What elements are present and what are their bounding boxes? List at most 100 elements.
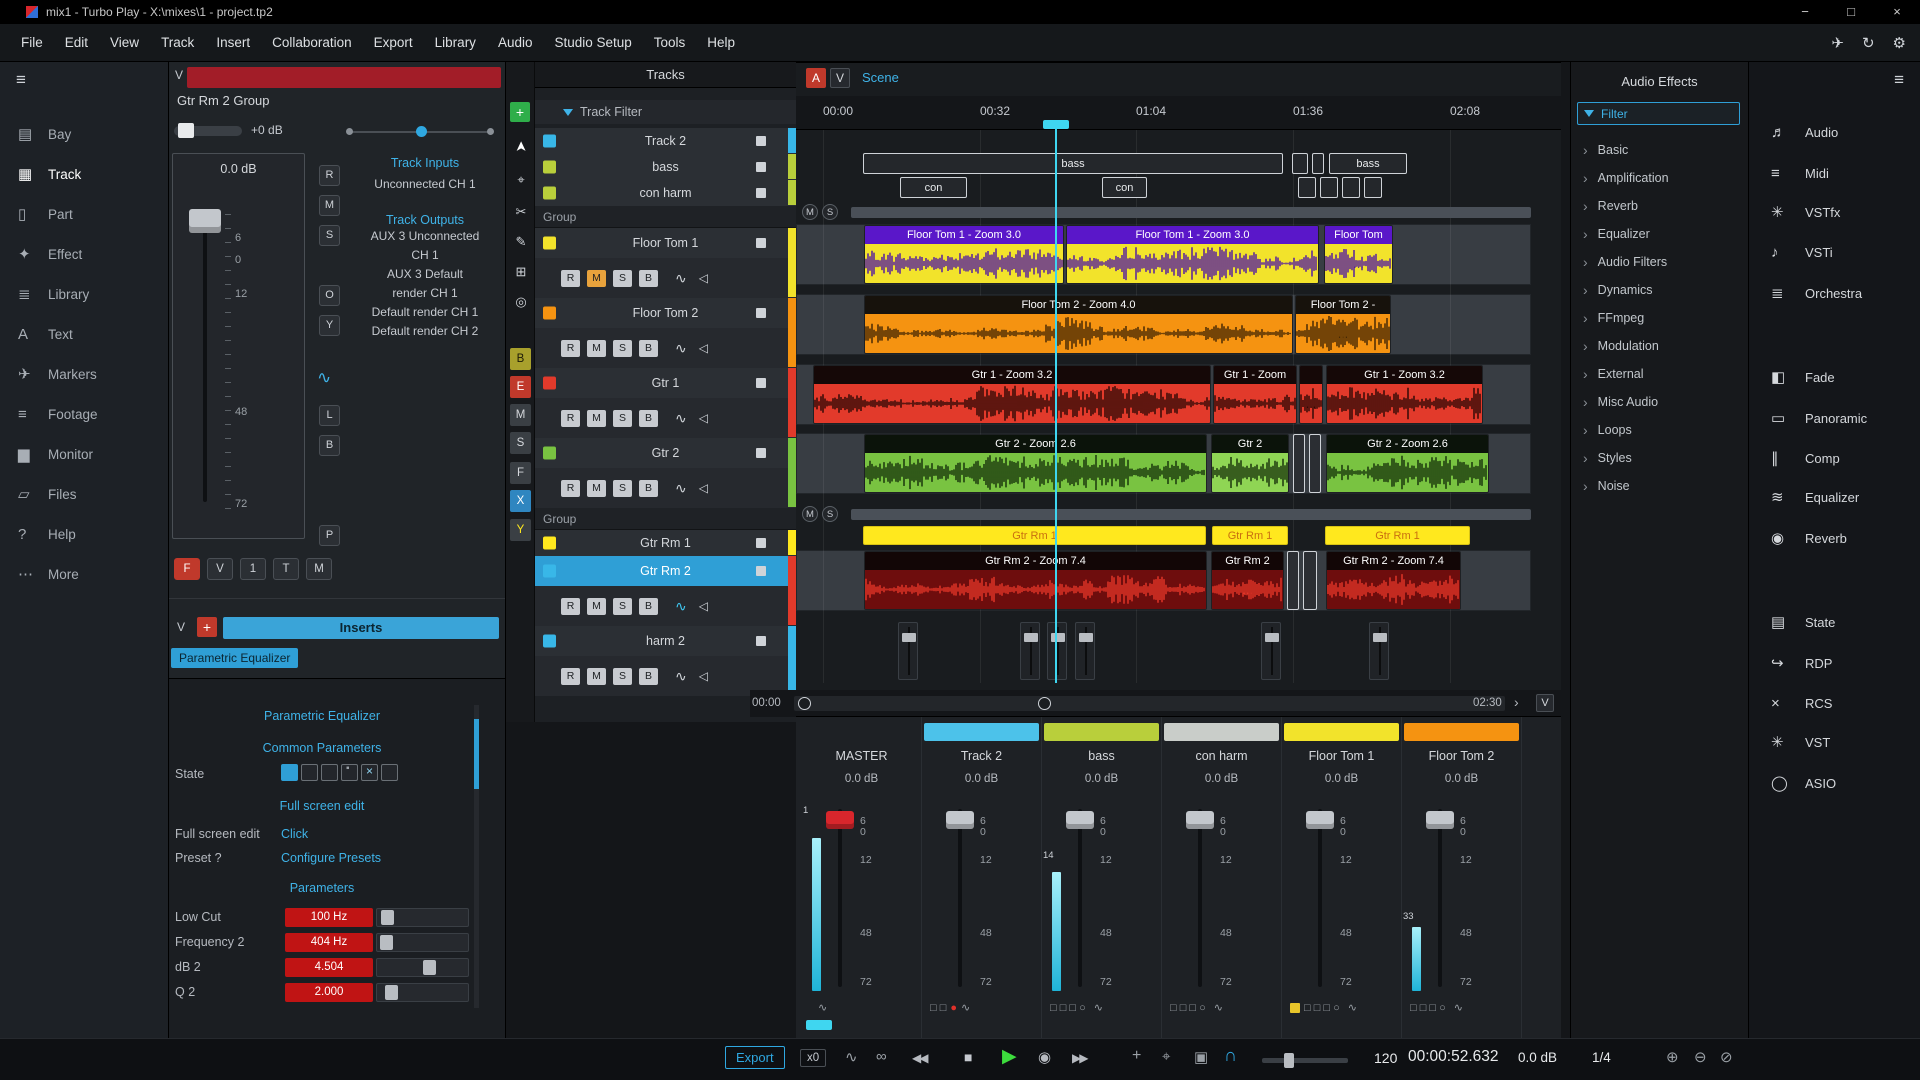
track-row[interactable]: Gtr Rm 1 R M S B ∿ ◁ xyxy=(535,530,796,556)
sidebar-item[interactable]: ✦ Effect xyxy=(0,234,168,274)
bypass-button[interactable]: B xyxy=(639,597,658,615)
mixer-channel-color[interactable] xyxy=(1404,723,1519,741)
right-sidebar-item[interactable]: ▭ Panoramic xyxy=(1749,403,1920,433)
solo-button[interactable]: S xyxy=(613,269,632,287)
vertical-zoom-button[interactable]: V xyxy=(1536,694,1554,712)
menu-item[interactable]: File xyxy=(10,24,54,61)
audio-clip[interactable]: Floor Tom 1 - Zoom 3.0 xyxy=(864,225,1064,284)
zoom-out-icon[interactable]: ⊖ xyxy=(1694,1048,1707,1066)
audio-clip[interactable]: Gtr 2 - Zoom 2.6 xyxy=(864,434,1207,493)
bypass-button[interactable]: B xyxy=(639,409,658,427)
scene-tab[interactable]: Scene xyxy=(862,70,899,85)
fullscreen-edit-value[interactable]: Click xyxy=(281,827,308,841)
record-arm-button[interactable]: R xyxy=(561,269,580,287)
speaker-icon[interactable]: ◁ xyxy=(699,271,708,285)
track-row[interactable]: con harm R M S B ∿ ◁ xyxy=(535,180,796,206)
right-sidebar-item[interactable]: ↪ RDP xyxy=(1749,648,1920,678)
fullscreen-edit-link[interactable]: Full screen edit xyxy=(169,799,475,813)
audio-clip[interactable]: Gtr Rm 1 xyxy=(863,526,1206,545)
right-sidebar-item[interactable]: ✳ VSTfx xyxy=(1749,197,1920,227)
track-row[interactable]: Group R M S B ∿ ◁ xyxy=(535,206,796,228)
record-dot-icon[interactable]: ● xyxy=(950,1002,957,1014)
bypass-button[interactable]: B xyxy=(639,269,658,287)
sidebar-item[interactable]: ⋯ More xyxy=(0,554,168,594)
state-checkbox[interactable] xyxy=(281,764,298,782)
common-parameters-header[interactable]: Common Parameters xyxy=(169,741,475,755)
audio-clip[interactable]: Gtr Rm 2 ... xyxy=(1211,551,1284,610)
automation-fader[interactable] xyxy=(1369,622,1389,680)
record-arm-button[interactable]: R xyxy=(561,597,580,615)
mute-button[interactable]: M xyxy=(587,479,606,497)
maximize-button[interactable]: □ xyxy=(1828,0,1874,24)
tool-icon[interactable]: ⊞ xyxy=(511,264,531,280)
effect-category[interactable]: › External xyxy=(1571,360,1748,388)
hamburger-icon[interactable]: ≡ xyxy=(16,70,26,90)
mute-button[interactable]: M xyxy=(587,339,606,357)
record-button[interactable]: ◉ xyxy=(1038,1048,1051,1066)
effect-category[interactable]: › Noise xyxy=(1571,472,1748,500)
sidebar-item[interactable]: ▯ Part xyxy=(0,194,168,234)
audio-clip[interactable]: Floor Tom 2 - Zoom 4.0 xyxy=(864,295,1293,354)
midi-clip[interactable]: bass xyxy=(863,153,1283,174)
menu-item[interactable]: Tools xyxy=(643,24,697,61)
solo-button[interactable]: S xyxy=(613,667,632,685)
fader-handle[interactable] xyxy=(1426,811,1454,829)
speaker-icon[interactable]: ◁ xyxy=(699,669,708,683)
eq-parameter-slider[interactable] xyxy=(376,933,469,952)
automation-curve-icon[interactable]: ∿ xyxy=(675,410,687,427)
track-mini-button[interactable] xyxy=(756,136,766,146)
sidebar-item[interactable]: ≡ Footage xyxy=(0,394,168,434)
group-mute-button[interactable]: M xyxy=(802,204,818,220)
fader-handle[interactable] xyxy=(1066,811,1094,829)
state-checkbox[interactable] xyxy=(381,764,398,782)
audio-clip[interactable]: Gtr 1 - Zoom 3.2 xyxy=(813,365,1211,424)
track-name-row[interactable]: bass xyxy=(535,154,796,180)
eq-slider-handle[interactable] xyxy=(380,935,393,950)
channel-fader[interactable]: 0.0 dB 6 0 12 48 72 xyxy=(172,153,305,539)
mixer-fader[interactable]: 33 6 0 12 48 72 xyxy=(1402,803,1521,993)
playhead-marker[interactable] xyxy=(1043,120,1069,129)
mixer-fader[interactable]: 6 0 12 48 72 xyxy=(922,803,1041,993)
menu-item[interactable]: Audio xyxy=(487,24,544,61)
track-name-row[interactable]: Group xyxy=(535,508,796,530)
channel-side-button[interactable]: L xyxy=(319,405,340,426)
effect-category[interactable]: › Styles xyxy=(1571,444,1748,472)
track-mini-button[interactable] xyxy=(756,636,766,646)
multiplier-button[interactable]: x0 xyxy=(800,1049,827,1067)
tool-letter-button[interactable]: S xyxy=(510,432,531,454)
midi-clip[interactable] xyxy=(1292,153,1308,174)
hamburger-icon[interactable]: ≡ xyxy=(1894,70,1904,90)
track-mini-button[interactable] xyxy=(756,378,766,388)
track-name-row[interactable]: harm 2 xyxy=(535,626,796,656)
right-sidebar-item[interactable]: ≋ Equalizer xyxy=(1749,482,1920,512)
fader-handle[interactable] xyxy=(1186,811,1214,829)
mixer-fader[interactable]: 14 6 0 12 48 72 xyxy=(1042,803,1161,993)
automation-fader-handle[interactable] xyxy=(1079,633,1093,642)
stop-button[interactable]: ■ xyxy=(964,1049,972,1065)
audio-clip[interactable]: Gtr Rm 2 - Zoom 7.4 xyxy=(864,551,1207,610)
automation-curve-icon[interactable]: ∿ xyxy=(675,668,687,685)
solo-button[interactable]: S xyxy=(613,339,632,357)
track-mini-button[interactable] xyxy=(756,448,766,458)
inserts-header[interactable]: Inserts xyxy=(223,617,499,639)
menu-item[interactable]: Collaboration xyxy=(261,24,363,61)
waveform-icon[interactable]: ∿ xyxy=(845,1048,858,1066)
track-name-row[interactable]: Floor Tom 1 xyxy=(535,228,796,258)
mixer-channel-icons[interactable]: □ □ □ ○ ∿ xyxy=(1410,1001,1519,1015)
insert-plugin-chip[interactable]: Parametric Equalizer xyxy=(171,648,299,668)
track-outputs-title[interactable]: Track Outputs xyxy=(349,213,501,227)
effect-category[interactable]: › Dynamics xyxy=(1571,276,1748,304)
eq-slider-handle[interactable] xyxy=(381,910,394,925)
sidebar-item[interactable]: ✈ Markers xyxy=(0,354,168,394)
solo-button[interactable]: S xyxy=(613,479,632,497)
channel-mode-button[interactable]: F xyxy=(174,558,200,580)
tool-icon[interactable]: ✎ xyxy=(511,234,531,250)
eq-parameter-value[interactable]: 100 Hz xyxy=(285,908,373,927)
zoom-in-icon[interactable]: ⊕ xyxy=(1666,1048,1679,1066)
automation-fader[interactable] xyxy=(1047,622,1067,680)
automation-fader-handle[interactable] xyxy=(1024,633,1038,642)
automation-curve-icon[interactable]: ∿ xyxy=(675,270,687,287)
eq-slider-handle[interactable] xyxy=(423,960,436,975)
track-mini-button[interactable] xyxy=(756,566,766,576)
track-mini-button[interactable] xyxy=(756,238,766,248)
